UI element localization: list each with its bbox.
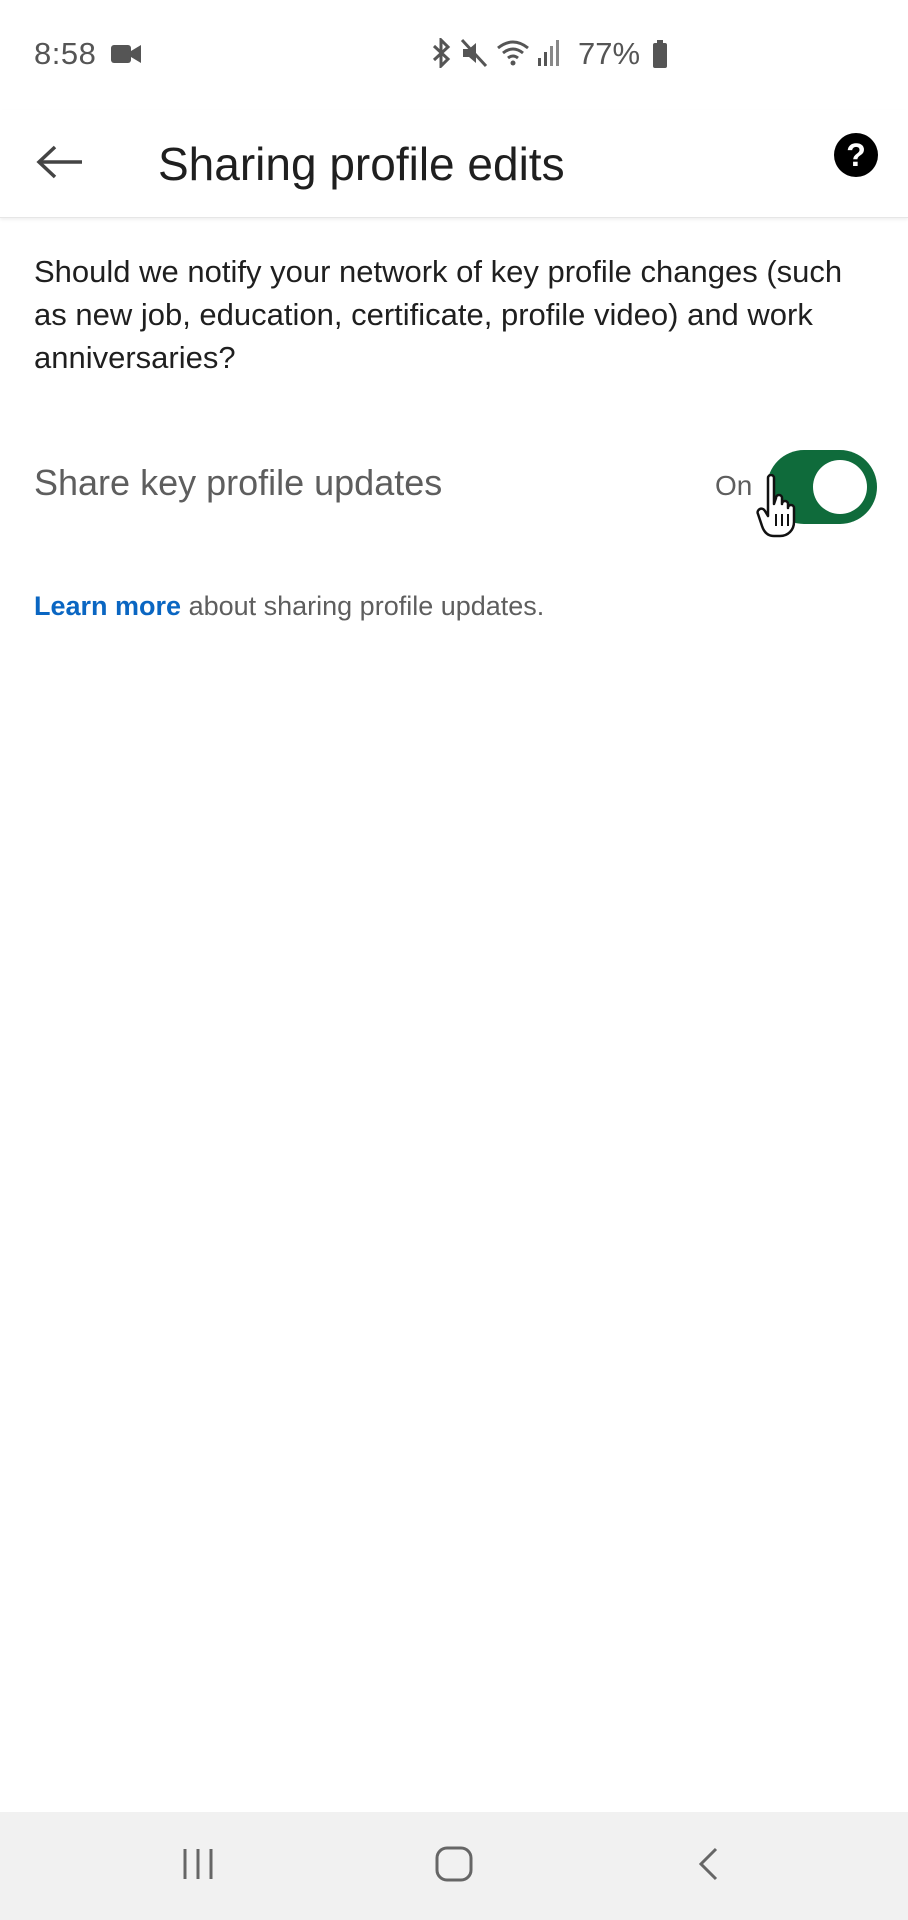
battery-icon	[652, 40, 668, 73]
back-icon	[696, 1846, 720, 1887]
toggle-knob	[813, 460, 867, 514]
learn-more-rest-text: about sharing profile updates.	[181, 591, 545, 621]
toggle-state-label: On	[715, 470, 753, 501]
home-icon	[435, 1846, 473, 1887]
question-mark-icon: ?	[846, 136, 866, 173]
status-icons	[428, 36, 562, 73]
arrow-left-icon	[36, 144, 84, 185]
share-updates-setting-row: Share key profile updates On	[0, 446, 908, 526]
nav-back-button[interactable]	[668, 1836, 748, 1896]
signal-icon	[536, 38, 562, 73]
system-nav-bar	[0, 1812, 908, 1920]
help-button[interactable]: ?	[834, 133, 878, 177]
app-bar: Sharing profile edits	[0, 110, 908, 218]
setting-label: Share key profile updates	[34, 462, 443, 503]
recent-apps-button[interactable]	[158, 1836, 238, 1896]
status-time: 8:58	[34, 36, 97, 71]
learn-more-row: Learn more about sharing profile updates…	[34, 591, 544, 622]
learn-more-link[interactable]: Learn more	[34, 591, 181, 621]
share-updates-toggle[interactable]	[767, 450, 877, 524]
battery-percent: 77%	[578, 36, 641, 71]
wifi-icon	[496, 38, 530, 73]
mute-icon	[460, 38, 490, 73]
description-text: Should we notify your network of key pro…	[34, 254, 843, 375]
home-button[interactable]	[414, 1836, 494, 1896]
page-title: Sharing profile edits	[158, 138, 565, 190]
status-bar: 8:58 77%	[0, 0, 908, 110]
recent-apps-icon	[180, 1847, 216, 1886]
back-button[interactable]	[28, 132, 92, 196]
video-camera-icon	[111, 43, 141, 70]
bluetooth-icon	[428, 36, 454, 73]
